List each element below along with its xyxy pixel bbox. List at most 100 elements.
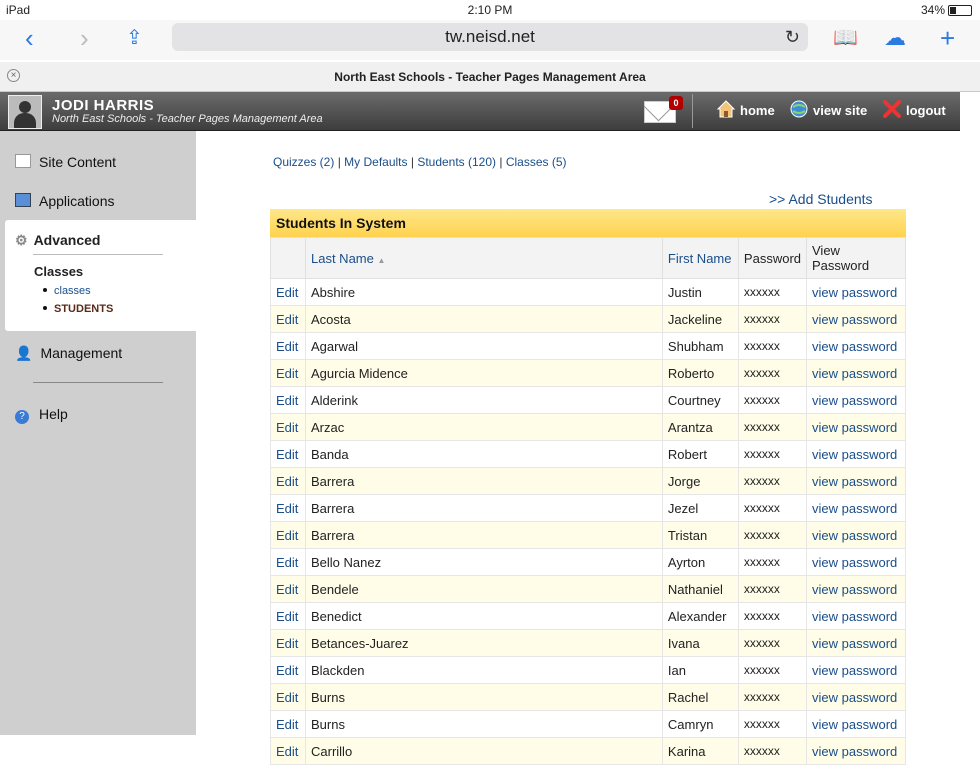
view-password-link[interactable]: view password	[806, 737, 906, 765]
sidebar-sub-students[interactable]: STUDENTS	[43, 303, 113, 315]
view-site-link[interactable]: view site	[813, 103, 867, 118]
view-password-link[interactable]: view password	[806, 602, 906, 630]
edit-link[interactable]: Edit	[270, 440, 306, 468]
view-password-link[interactable]: view password	[806, 710, 906, 738]
new-tab-icon[interactable]: +	[940, 24, 955, 52]
url-text: tw.neisd.net	[445, 27, 535, 46]
first-name-cell: Courtney	[661, 386, 739, 414]
first-name-cell: Nathaniel	[661, 575, 739, 603]
last-name-cell: Acosta	[305, 305, 663, 333]
edit-link[interactable]: Edit	[270, 413, 306, 441]
view-password-link[interactable]: view password	[806, 656, 906, 684]
sidebar-item-help[interactable]: ? Help	[15, 406, 68, 424]
classes-link[interactable]: Classes (5)	[506, 155, 567, 169]
last-name-cell: Bello Nanez	[305, 548, 663, 576]
edit-link[interactable]: Edit	[270, 548, 306, 576]
table-row: Edit Barrera Tristan xxxxxx view password	[270, 521, 906, 549]
edit-link[interactable]: Edit	[270, 494, 306, 522]
sidebar-item-site-content[interactable]: Site Content	[15, 154, 116, 170]
sidebar-item-label: Management	[40, 345, 123, 361]
view-password-link[interactable]: view password	[806, 305, 906, 333]
home-link[interactable]: home	[740, 103, 775, 118]
first-name-cell: Arantza	[661, 413, 739, 441]
sidebar-item-management[interactable]: 👤 Management	[15, 345, 122, 362]
password-cell: xxxxxx	[737, 467, 808, 495]
status-bar: iPad 2:10 PM 34%	[0, 0, 980, 20]
sidebar-item-applications[interactable]: Applications	[15, 193, 115, 209]
battery-indicator: 34%	[921, 3, 972, 17]
divider	[33, 254, 163, 255]
battery-icon	[948, 5, 972, 17]
edit-link[interactable]: Edit	[270, 629, 306, 657]
site-header: JODI HARRIS North East Schools - Teacher…	[0, 92, 960, 131]
view-password-link[interactable]: view password	[806, 413, 906, 441]
forward-icon[interactable]: ›	[80, 24, 89, 52]
quick-links: Quizzes (2) | My Defaults | Students (12…	[273, 155, 567, 169]
view-password-link[interactable]: view password	[806, 575, 906, 603]
last-name-cell: Blackden	[305, 656, 663, 684]
mail-count-badge: 0	[669, 96, 683, 110]
edit-link[interactable]: Edit	[270, 278, 306, 306]
back-icon[interactable]: ‹	[25, 24, 34, 52]
view-password-link[interactable]: view password	[806, 683, 906, 711]
view-password-link[interactable]: view password	[806, 440, 906, 468]
cloud-tabs-icon[interactable]: ☁	[884, 24, 906, 52]
edit-link[interactable]: Edit	[270, 602, 306, 630]
table-row: Edit Barrera Jorge xxxxxx view password	[270, 467, 906, 495]
table-row: Edit Banda Robert xxxxxx view password	[270, 440, 906, 468]
view-password-link[interactable]: view password	[806, 548, 906, 576]
first-name-cell: Karina	[661, 737, 739, 765]
last-name-header[interactable]: Last Name ▲	[305, 237, 663, 279]
person-icon: 👤	[15, 345, 33, 361]
table-row: Edit Betances-Juarez Ivana xxxxxx view passw…	[270, 629, 906, 657]
edit-link[interactable]: Edit	[270, 521, 306, 549]
edit-link[interactable]: Edit	[270, 710, 306, 738]
share-icon[interactable]: ⇪	[126, 24, 143, 52]
reload-icon[interactable]: ↻	[785, 23, 800, 51]
password-cell: xxxxxx	[737, 602, 808, 630]
edit-link[interactable]: Edit	[270, 683, 306, 711]
last-name-cell: Benedict	[305, 602, 663, 630]
sidebar-sub-classes[interactable]: classes	[43, 285, 91, 297]
my-defaults-link[interactable]: My Defaults	[344, 155, 407, 169]
sidebar-item-label: Help	[39, 406, 68, 422]
view-password-link[interactable]: view password	[806, 359, 906, 387]
view-password-link[interactable]: view password	[806, 332, 906, 360]
first-name-cell: Ayrton	[661, 548, 739, 576]
edit-link[interactable]: Edit	[270, 305, 306, 333]
quizzes-link[interactable]: Quizzes (2)	[273, 155, 334, 169]
password-cell: xxxxxx	[737, 413, 808, 441]
view-password-link[interactable]: view password	[806, 278, 906, 306]
bookmarks-icon[interactable]: 📖	[833, 24, 858, 52]
edit-link[interactable]: Edit	[270, 737, 306, 765]
password-cell: xxxxxx	[737, 305, 808, 333]
sidebar-item-advanced[interactable]: ⚙ Advanced	[15, 232, 100, 249]
view-password-link[interactable]: view password	[806, 521, 906, 549]
password-cell: xxxxxx	[737, 386, 808, 414]
view-password-link[interactable]: view password	[806, 386, 906, 414]
first-name-cell: Ivana	[661, 629, 739, 657]
url-bar[interactable]: tw.neisd.net ↻	[172, 23, 808, 51]
view-password-link[interactable]: view password	[806, 629, 906, 657]
last-name-cell: Betances-Juarez	[305, 629, 663, 657]
view-password-link[interactable]: view password	[806, 467, 906, 495]
password-cell: xxxxxx	[737, 737, 808, 765]
first-name-cell: Tristan	[661, 521, 739, 549]
edit-link[interactable]: Edit	[270, 359, 306, 387]
last-name-cell: Abshire	[305, 278, 663, 306]
logout-icon	[883, 100, 901, 118]
students-link[interactable]: Students (120)	[417, 155, 496, 169]
table-row: Edit Bendele Nathaniel xxxxxx view password	[270, 575, 906, 603]
first-name-header[interactable]: First Name	[661, 237, 739, 279]
edit-link[interactable]: Edit	[270, 575, 306, 603]
add-students-link[interactable]: >> Add Students	[769, 191, 873, 207]
edit-link[interactable]: Edit	[270, 332, 306, 360]
edit-link[interactable]: Edit	[270, 467, 306, 495]
students-table: Students In System Last Name ▲ First Nam…	[270, 209, 906, 765]
view-password-link[interactable]: view password	[806, 494, 906, 522]
logout-link[interactable]: logout	[906, 103, 946, 118]
password-cell: xxxxxx	[737, 332, 808, 360]
edit-link[interactable]: Edit	[270, 656, 306, 684]
edit-link[interactable]: Edit	[270, 386, 306, 414]
password-cell: xxxxxx	[737, 548, 808, 576]
